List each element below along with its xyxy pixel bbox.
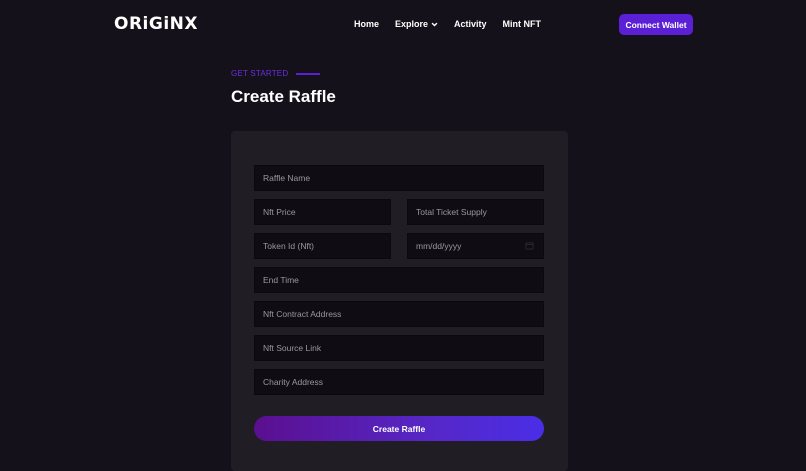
logo[interactable]: ORiGiNX: [114, 14, 198, 34]
chevron-down-icon: [431, 22, 438, 27]
nav-explore-label: Explore: [395, 19, 429, 29]
end-time-input[interactable]: [254, 267, 544, 293]
eyebrow-divider: [296, 72, 321, 75]
page-title: Create Raffle: [231, 87, 336, 106]
nav-mint-nft[interactable]: Mint NFT: [503, 19, 542, 29]
main-nav: Home Explore Activity Mint NFT: [354, 19, 541, 29]
calendar-icon[interactable]: [525, 241, 534, 250]
section-eyebrow: GET STARTED: [231, 69, 321, 78]
create-raffle-form: Create Raffle: [231, 131, 568, 471]
nav-home[interactable]: Home: [354, 19, 379, 29]
date-input[interactable]: [407, 233, 544, 259]
token-id-input[interactable]: [254, 233, 391, 259]
create-raffle-button[interactable]: Create Raffle: [254, 416, 544, 441]
nav-home-label: Home: [354, 19, 380, 29]
charity-address-input[interactable]: [254, 369, 544, 395]
date-picker: [407, 233, 544, 259]
nav-mint-nft-label: Mint NFT: [502, 19, 542, 29]
eyebrow-text: GET STARTED: [231, 69, 289, 78]
total-ticket-supply-input[interactable]: [407, 199, 544, 225]
raffle-name-input[interactable]: [254, 165, 544, 191]
nav-explore[interactable]: Explore: [395, 19, 438, 29]
nft-contract-address-input[interactable]: [254, 301, 544, 327]
nft-price-input[interactable]: [254, 199, 391, 225]
nft-source-link-input[interactable]: [254, 335, 544, 361]
connect-wallet-button[interactable]: Connect Wallet: [619, 14, 693, 35]
header: ORiGiNX Home Explore Activity Mint NFT C…: [0, 0, 806, 50]
nav-activity[interactable]: Activity: [454, 19, 487, 29]
nav-activity-label: Activity: [454, 19, 487, 29]
